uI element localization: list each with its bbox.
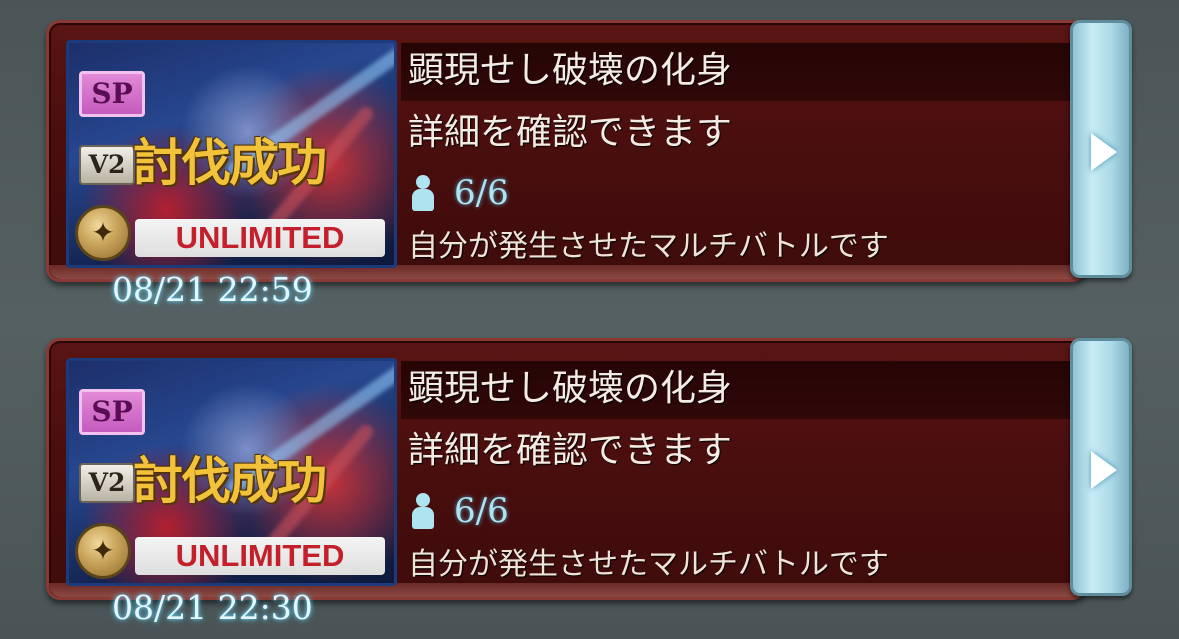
quest-thumbnail[interactable]: SP V2 討伐成功 ✦ UNLIMITED bbox=[66, 40, 397, 268]
battle-description: 自分が発生させたマルチバトルです bbox=[408, 229, 889, 264]
player-count: 6/6 bbox=[412, 486, 509, 536]
raid-title: 顕現せし破壊の化身 bbox=[408, 368, 733, 409]
person-icon bbox=[412, 493, 434, 529]
v2-badge: V2 bbox=[79, 145, 135, 185]
play-arrow-icon bbox=[1091, 133, 1117, 171]
play-arrow-icon bbox=[1091, 451, 1117, 489]
unlimited-label: UNLIMITED bbox=[135, 219, 385, 257]
medal-icon: ✦ bbox=[75, 205, 131, 261]
detail-hint: 詳細を確認できます bbox=[408, 430, 733, 471]
player-count-value: 6/6 bbox=[454, 173, 509, 213]
open-detail-button[interactable] bbox=[1070, 20, 1132, 278]
v2-badge: V2 bbox=[79, 463, 135, 503]
battle-description: 自分が発生させたマルチバトルです bbox=[408, 547, 889, 582]
player-count: 6/6 bbox=[412, 168, 509, 218]
battle-timestamp: 08/21 22:30 bbox=[112, 588, 313, 627]
battle-card-1[interactable]: SP V2 討伐成功 ✦ UNLIMITED 顕現せし破壊の化身 詳細を確認でき… bbox=[46, 20, 1134, 309]
subjugation-success-label: 討伐成功 bbox=[133, 133, 327, 192]
subjugation-success-label: 討伐成功 bbox=[133, 451, 327, 510]
player-count-value: 6/6 bbox=[454, 491, 509, 531]
raid-title: 顕現せし破壊の化身 bbox=[408, 50, 733, 91]
open-detail-button[interactable] bbox=[1070, 338, 1132, 596]
unlimited-label: UNLIMITED bbox=[135, 537, 385, 575]
sp-badge: SP bbox=[79, 71, 145, 117]
battle-timestamp: 08/21 22:59 bbox=[112, 270, 313, 309]
medal-icon: ✦ bbox=[75, 523, 131, 579]
detail-hint: 詳細を確認できます bbox=[408, 112, 733, 153]
person-icon bbox=[412, 175, 434, 211]
sp-badge: SP bbox=[79, 389, 145, 435]
battle-card-2[interactable]: SP V2 討伐成功 ✦ UNLIMITED 顕現せし破壊の化身 詳細を確認でき… bbox=[46, 338, 1134, 627]
quest-thumbnail[interactable]: SP V2 討伐成功 ✦ UNLIMITED bbox=[66, 358, 397, 586]
